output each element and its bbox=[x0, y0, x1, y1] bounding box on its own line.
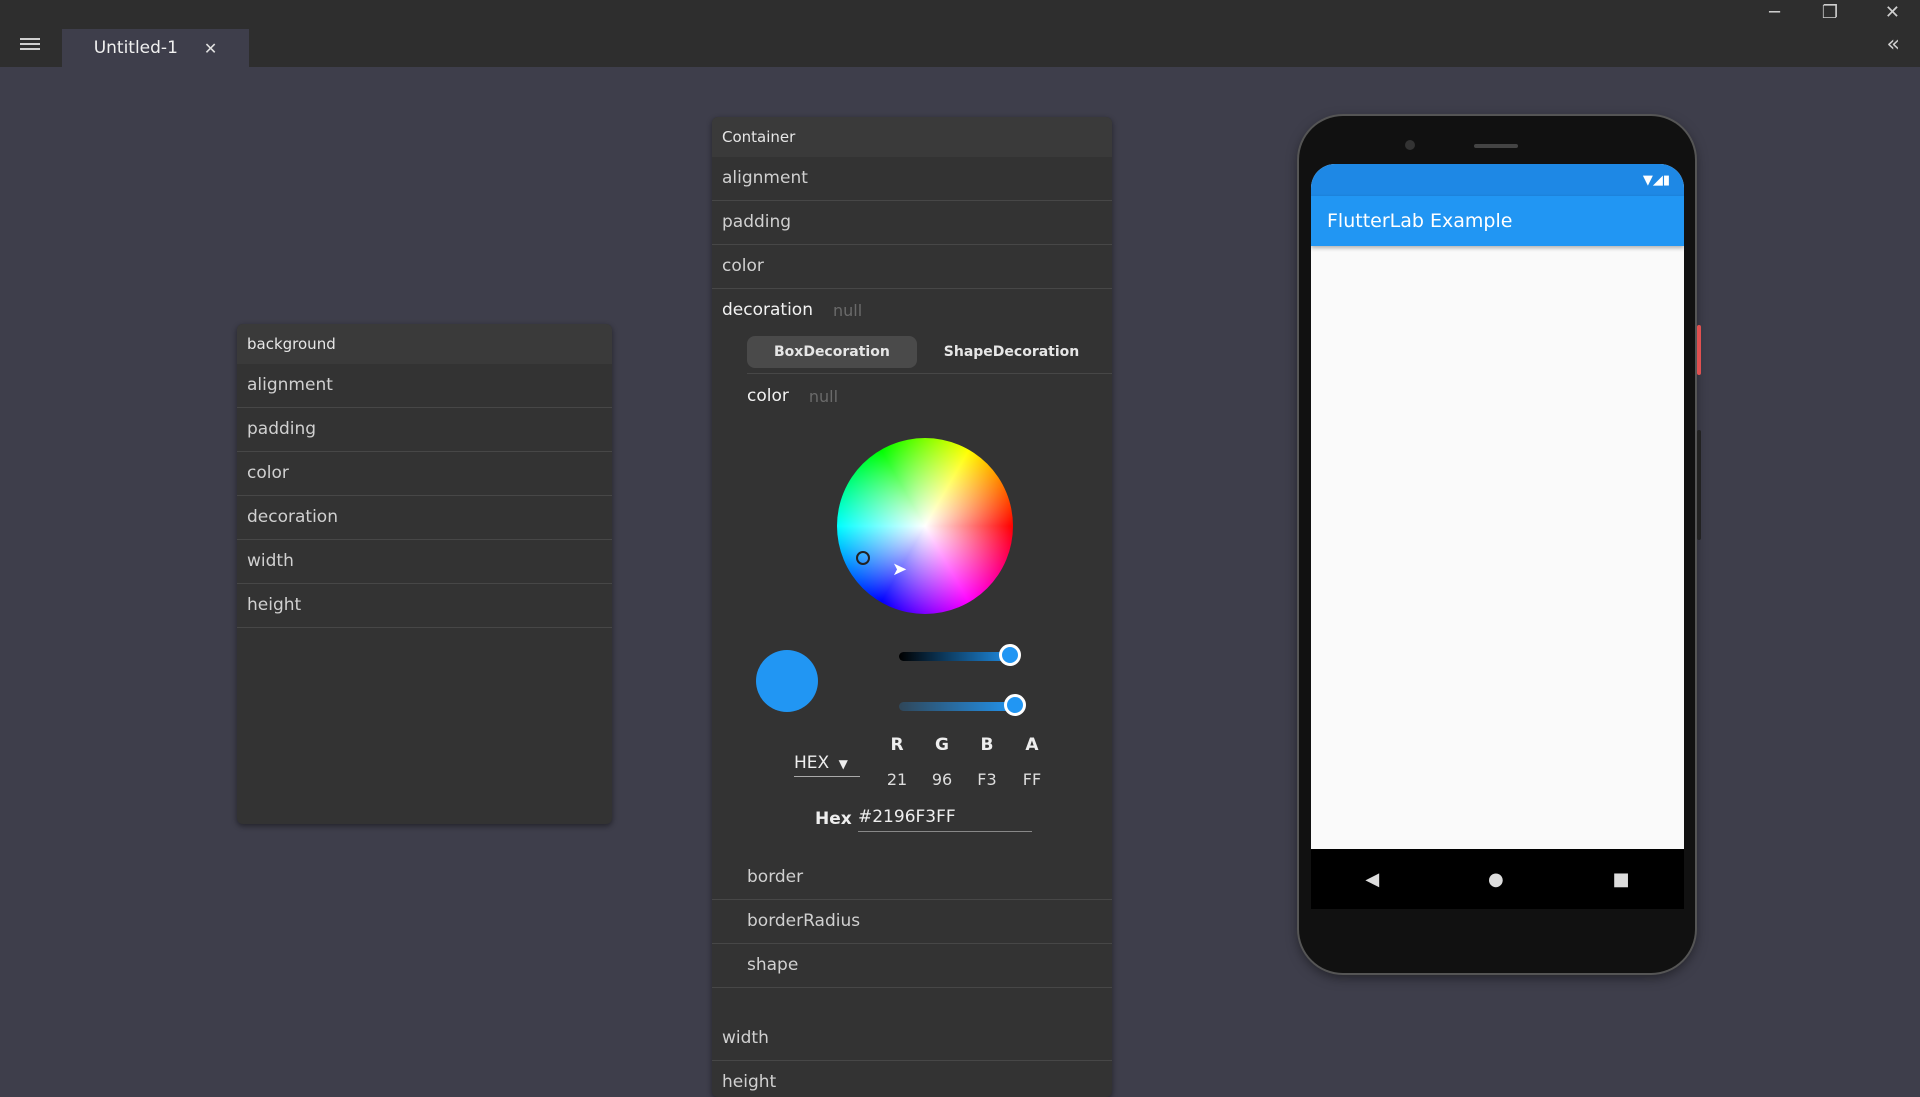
tab-close-icon[interactable]: ✕ bbox=[204, 39, 217, 58]
prop-color[interactable]: color bbox=[237, 452, 612, 496]
prop-decoration[interactable]: decoration bbox=[237, 496, 612, 540]
decoration-type-tabs: BoxDecoration ShapeDecoration bbox=[747, 331, 1112, 374]
prop-color[interactable]: color bbox=[712, 245, 1112, 289]
tab-shapedecoration[interactable]: ShapeDecoration bbox=[917, 336, 1106, 368]
prop-padding[interactable]: padding bbox=[237, 408, 612, 452]
prop-width[interactable]: width bbox=[712, 1017, 1112, 1061]
alpha-slider-thumb[interactable] bbox=[1004, 694, 1026, 716]
app-bar: FlutterLab Example bbox=[1311, 196, 1684, 246]
color-label: color bbox=[747, 386, 789, 406]
tab-boxdecoration[interactable]: BoxDecoration bbox=[747, 336, 917, 368]
channel-r: R 21 bbox=[882, 735, 912, 789]
prop-shape[interactable]: shape bbox=[712, 944, 1112, 988]
tab-title: Untitled-1 bbox=[93, 38, 178, 58]
panel-title: Container bbox=[712, 117, 1112, 157]
hamburger-menu-icon[interactable] bbox=[20, 38, 40, 54]
back-icon[interactable]: ◀ bbox=[1365, 869, 1379, 890]
decoration-color-row[interactable]: color null bbox=[712, 374, 1112, 418]
collapse-panel-icon[interactable]: « bbox=[1887, 32, 1900, 57]
home-icon[interactable]: ● bbox=[1488, 869, 1504, 890]
color-format-value: HEX bbox=[794, 753, 830, 773]
channel-a: A FF bbox=[1017, 735, 1047, 789]
status-bar: ▼◢▮ bbox=[1311, 164, 1684, 196]
camera-icon bbox=[1405, 140, 1415, 150]
minimize-icon[interactable]: ─ bbox=[1769, 2, 1780, 23]
channel-value[interactable]: F3 bbox=[972, 770, 1002, 789]
mouse-cursor-icon: ➤ bbox=[892, 559, 908, 580]
channel-label: B bbox=[980, 735, 994, 755]
prop-decoration[interactable]: decoration null bbox=[712, 289, 1112, 331]
container-properties-panel: Container alignment padding color decora… bbox=[712, 117, 1112, 1097]
prop-border[interactable]: border bbox=[712, 856, 1112, 900]
phone-volume-button bbox=[1697, 430, 1701, 540]
channel-b: B F3 bbox=[972, 735, 1002, 789]
color-null-value: null bbox=[808, 386, 839, 406]
panel-title: background bbox=[237, 324, 612, 364]
channel-label: R bbox=[890, 735, 904, 755]
decoration-label: decoration bbox=[722, 300, 813, 320]
decoration-null-value: null bbox=[832, 300, 863, 320]
chevron-down-icon: ▼ bbox=[838, 757, 848, 771]
channel-value[interactable]: FF bbox=[1017, 770, 1047, 789]
hex-input[interactable]: #2196F3FF bbox=[858, 807, 1032, 832]
android-nav-bar: ◀ ● ■ bbox=[1311, 849, 1684, 909]
title-bar: Untitled-1 ✕ ─ ❐ ✕ « bbox=[0, 0, 1920, 67]
close-window-icon[interactable]: ✕ bbox=[1885, 2, 1900, 23]
background-properties-panel: background alignment padding color decor… bbox=[237, 324, 612, 824]
status-icons: ▼◢▮ bbox=[1642, 172, 1670, 188]
value-slider-thumb[interactable] bbox=[999, 644, 1021, 666]
prop-padding[interactable]: padding bbox=[712, 201, 1112, 245]
phone-screen: ▼◢▮ FlutterLab Example ◀ ● ■ bbox=[1311, 164, 1684, 909]
recent-apps-icon[interactable]: ■ bbox=[1613, 869, 1630, 890]
app-bar-title: FlutterLab Example bbox=[1327, 210, 1513, 232]
prop-borderradius[interactable]: borderRadius bbox=[712, 900, 1112, 944]
tab-untitled-1[interactable]: Untitled-1 ✕ bbox=[62, 29, 249, 67]
phone-preview: ▼◢▮ FlutterLab Example ◀ ● ■ bbox=[1299, 116, 1695, 973]
channel-value[interactable]: 96 bbox=[927, 770, 957, 789]
container-bottom-properties: width height bbox=[712, 1017, 1112, 1097]
channel-g: G 96 bbox=[927, 735, 957, 789]
prop-height[interactable]: height bbox=[237, 584, 612, 628]
color-wheel-marker[interactable] bbox=[856, 551, 870, 565]
alpha-slider-track[interactable] bbox=[899, 702, 1019, 711]
channel-label: G bbox=[935, 735, 949, 755]
restore-icon[interactable]: ❐ bbox=[1822, 2, 1838, 23]
channel-value[interactable]: 21 bbox=[882, 770, 912, 789]
hex-label: Hex bbox=[815, 809, 852, 829]
prop-width[interactable]: width bbox=[237, 540, 612, 584]
phone-power-button bbox=[1697, 325, 1701, 375]
prop-alignment[interactable]: alignment bbox=[237, 364, 612, 408]
color-format-dropdown[interactable]: HEX ▼ bbox=[794, 753, 860, 777]
speaker-grille bbox=[1474, 144, 1518, 148]
decoration-sub-properties: border borderRadius shape bbox=[712, 856, 1112, 988]
color-wheel[interactable] bbox=[837, 438, 1013, 614]
prop-height[interactable]: height bbox=[712, 1061, 1112, 1097]
selected-color-swatch bbox=[756, 650, 818, 712]
prop-alignment[interactable]: alignment bbox=[712, 157, 1112, 201]
channel-label: A bbox=[1025, 735, 1039, 755]
